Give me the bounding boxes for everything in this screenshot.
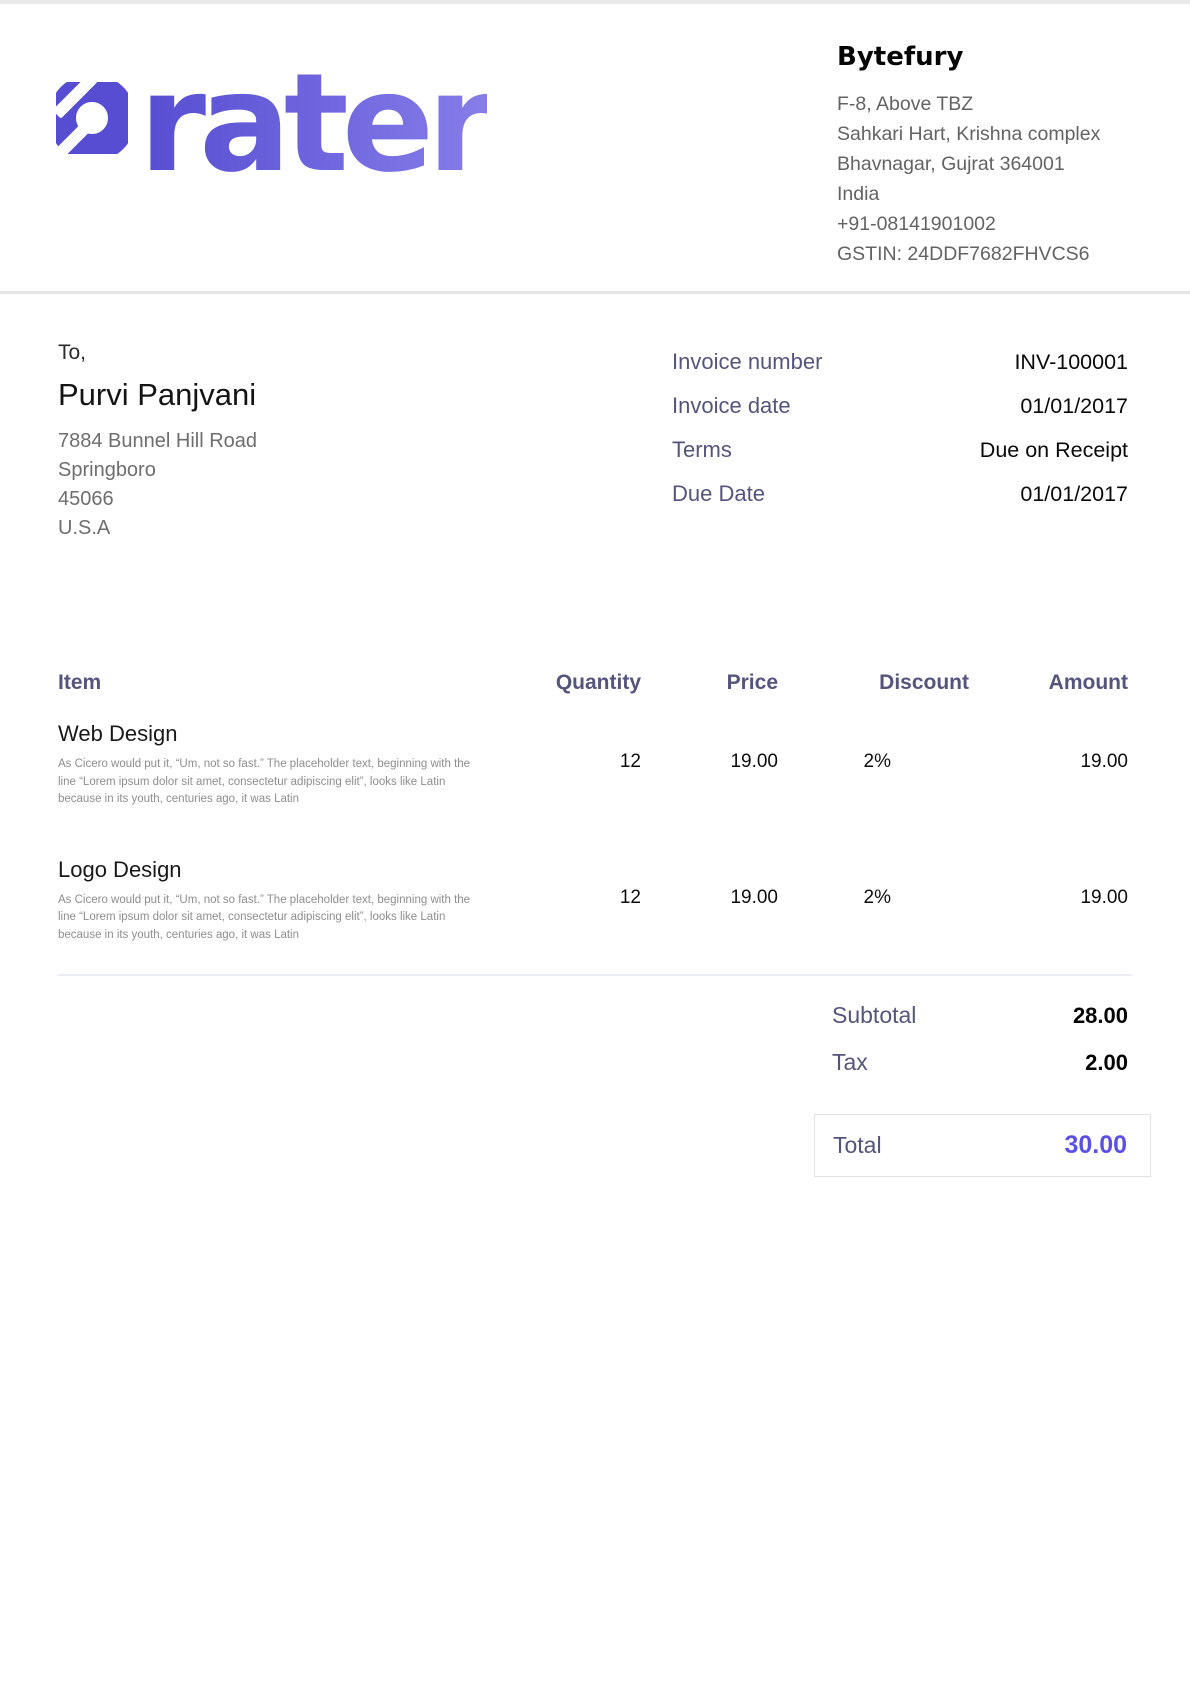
company-name: Bytefury	[837, 42, 1137, 72]
items-section: Item Quantity Price Discount Amount Web …	[58, 671, 1132, 976]
customer-address-line: 7884 Bunnel Hill Road	[58, 427, 458, 456]
item-discount: 2%	[778, 721, 969, 857]
crater-logo-c-icon	[48, 74, 136, 162]
column-header-price: Price	[641, 671, 778, 721]
table-row-item: Web Design As Cicero would put it, “Um, …	[58, 721, 488, 857]
total-label: Total	[833, 1132, 882, 1159]
company-address-line: Sahkari Hart, Krishna complex	[837, 119, 1137, 149]
subtotal-value: 28.00	[1073, 1003, 1128, 1029]
column-header-quantity: Quantity	[488, 671, 641, 721]
column-header-discount: Discount	[778, 671, 969, 721]
company-gstin: GSTIN: 24DDF7682FHVCS6	[837, 239, 1137, 269]
company-info: Bytefury F-8, Above TBZ Sahkari Hart, Kr…	[837, 42, 1137, 269]
item-amount: 19.00	[969, 857, 1128, 965]
customer-address-line: Springboro	[58, 456, 458, 485]
terms-value: Due on Receipt	[980, 438, 1128, 463]
tax-value: 2.00	[1085, 1050, 1128, 1076]
column-header-item: Item	[58, 671, 488, 721]
subtotal-label: Subtotal	[832, 1002, 916, 1029]
total-value: 30.00	[1064, 1131, 1127, 1160]
table-bottom-divider	[58, 974, 1132, 976]
bill-to-block: To, Purvi Panjvani 7884 Bunnel Hill Road…	[58, 341, 458, 543]
subtotal-row: Subtotal 28.00	[814, 1002, 1151, 1029]
tax-label: Tax	[832, 1049, 868, 1076]
invoice-number-label: Invoice number	[672, 349, 822, 375]
items-table: Item Quantity Price Discount Amount Web …	[58, 671, 1132, 964]
column-header-amount: Amount	[969, 671, 1128, 721]
item-description: As Cicero would put it, “Um, not so fast…	[58, 892, 480, 945]
company-address-line: India	[837, 179, 1137, 209]
item-description: As Cicero would put it, “Um, not so fast…	[58, 756, 480, 809]
company-address-line: Bhavnagar, Gujrat 364001	[837, 149, 1137, 179]
meta-row-invoice-number: Invoice number INV-100001	[672, 349, 1128, 375]
tax-row: Tax 2.00	[814, 1049, 1151, 1076]
total-box: Total 30.00	[814, 1114, 1151, 1177]
invoice-date-value: 01/01/2017	[1020, 394, 1128, 419]
invoice-number-value: INV-100001	[1014, 350, 1128, 375]
item-amount: 19.00	[969, 721, 1128, 857]
company-address-line: F-8, Above TBZ	[837, 89, 1137, 119]
meta-row-due-date: Due Date 01/01/2017	[672, 481, 1128, 507]
customer-address-line: 45066	[58, 485, 458, 514]
company-phone: +91-08141901002	[837, 209, 1137, 239]
customer-name: Purvi Panjvani	[58, 377, 458, 413]
item-name: Logo Design	[58, 857, 488, 883]
invoice-header: rater Bytefury F-8, Above TBZ Sahkari Ha…	[0, 4, 1190, 294]
crater-logo: rater	[48, 56, 487, 192]
customer-address-line: U.S.A	[58, 514, 458, 543]
item-name: Web Design	[58, 721, 488, 747]
billing-section: To, Purvi Panjvani 7884 Bunnel Hill Road…	[0, 294, 1190, 543]
invoice-page: rater Bytefury F-8, Above TBZ Sahkari Ha…	[0, 0, 1190, 1684]
table-row-item: Logo Design As Cicero would put it, “Um,…	[58, 857, 488, 965]
to-label: To,	[58, 341, 458, 365]
invoice-meta: Invoice number INV-100001 Invoice date 0…	[672, 341, 1128, 543]
item-price: 19.00	[641, 721, 778, 857]
invoice-date-label: Invoice date	[672, 393, 791, 419]
totals-section: Subtotal 28.00 Tax 2.00 Total 30.00	[0, 1002, 1190, 1177]
terms-label: Terms	[672, 437, 732, 463]
item-quantity: 12	[488, 721, 641, 857]
due-date-label: Due Date	[672, 481, 765, 507]
item-quantity: 12	[488, 857, 641, 965]
crater-logo-text: rater	[139, 56, 487, 192]
meta-row-invoice-date: Invoice date 01/01/2017	[672, 393, 1128, 419]
meta-row-terms: Terms Due on Receipt	[672, 437, 1128, 463]
item-price: 19.00	[641, 857, 778, 965]
due-date-value: 01/01/2017	[1020, 482, 1128, 507]
item-discount: 2%	[778, 857, 969, 965]
